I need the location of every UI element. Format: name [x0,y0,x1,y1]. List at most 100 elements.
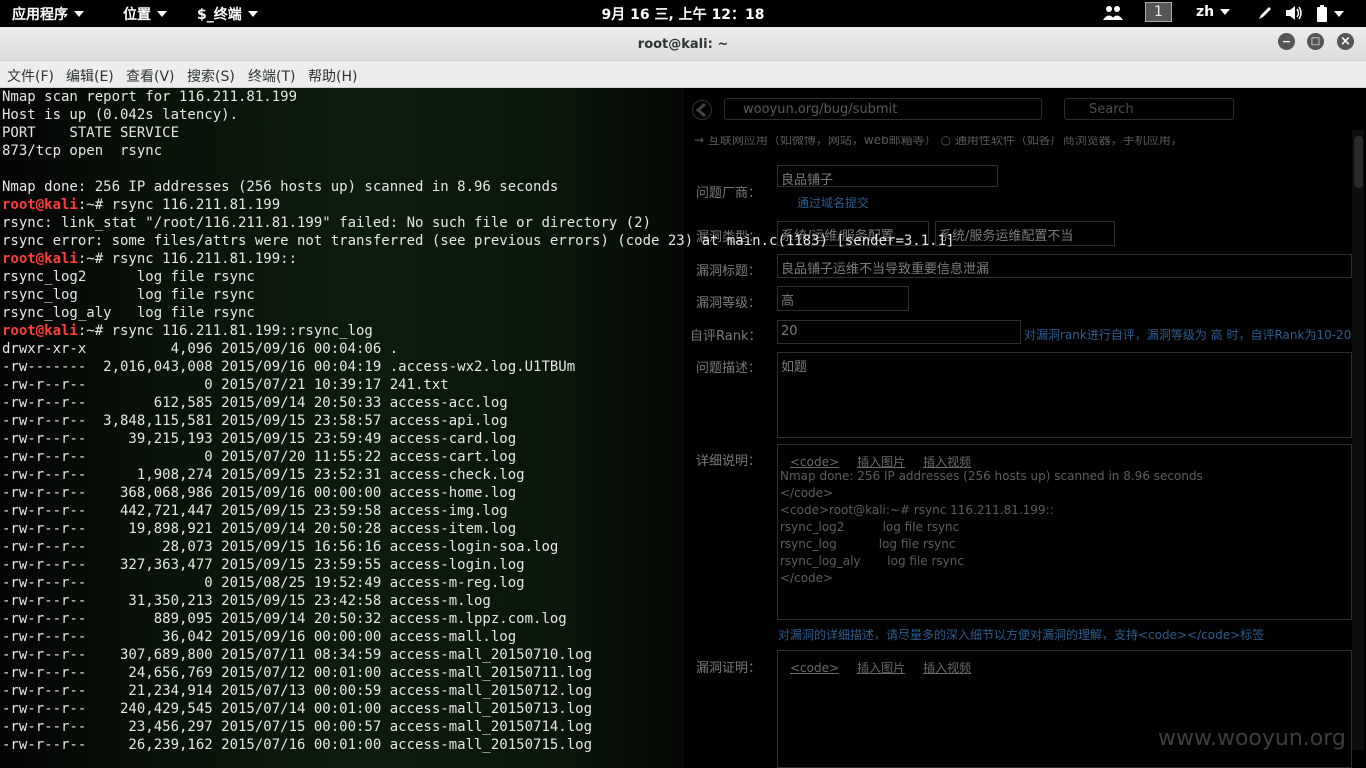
prompt-user-host: root@kali [2,197,78,213]
terminal-line: rsync_log log file rsync [2,286,1366,304]
clock-label: 9月 16 三, 上午 12：18 [601,7,765,23]
minimize-icon: − [1281,35,1292,48]
menu-edit[interactable]: 编辑(E) [66,66,114,86]
workspace-indicator[interactable]: 1 [1145,2,1172,22]
terminal-line-text: -rw-r--r-- 889,095 2015/09/14 20:50:32 a… [2,611,567,627]
terminal-line-text: -rw-r--r-- 612,585 2015/09/14 20:50:33 a… [2,395,508,411]
terminal-line: -rw-r--r-- 19,898,921 2015/09/14 20:50:2… [2,520,1366,538]
prompt-user-host: root@kali [2,323,78,339]
people-icon[interactable] [1103,5,1123,21]
menu-file[interactable]: 文件(F) [7,66,54,86]
terminal-line: -rw-r--r-- 24,656,769 2015/07/12 00:01:0… [2,664,1366,682]
language-label: zh [1196,4,1215,20]
terminal-line-text: :~# rsync 116.211.81.199::rsync_log [77,323,373,339]
terminal-line: -rw-r--r-- 39,215,193 2015/09/15 23:59:4… [2,430,1366,448]
terminal-line-text: :~# rsync 116.211.81.199 [77,197,281,213]
terminal-line-text: Host is up (0.042s latency). [2,107,239,123]
terminal-line-text: rsync_log2 log file rsync [2,269,255,285]
terminal-line-text: -rw-r--r-- 28,073 2015/09/15 16:56:16 ac… [2,539,559,555]
terminal-line: drwxr-xr-x 4,096 2015/09/16 00:04:06 . [2,340,1366,358]
maximize-button[interactable]: □ [1307,33,1324,50]
terminal-line-text: -rw-r--r-- 19,898,921 2015/09/14 20:50:2… [2,521,517,537]
terminal-prompt-line: root@kali:~# rsync 116.211.81.199::rsync… [2,322,1366,340]
terminal-line-text: 873/tcp open rsync [2,143,163,159]
terminal-line-text: -rw-r--r-- 442,721,447 2015/09/15 23:59:… [2,503,508,519]
battery-icon[interactable] [1316,5,1344,22]
chevron-down-icon [1334,10,1344,17]
minimize-button[interactable]: − [1278,33,1295,50]
terminal-line-text: Nmap scan report for 116.211.81.199 [2,89,298,105]
terminal-line: -rw-r--r-- 0 2015/07/20 11:55:22 access-… [2,448,1366,466]
terminal-line: -rw-r--r-- 327,363,477 2015/09/15 23:59:… [2,556,1366,574]
terminal-line-text: -rw------- 2,016,043,008 2015/09/16 00:0… [2,359,576,375]
close-icon: × [1340,34,1351,49]
terminal-line-text: -rw-r--r-- 1,908,274 2015/09/15 23:52:31… [2,467,525,483]
terminal-line-text: -rw-r--r-- 31,350,213 2015/09/15 23:42:5… [2,593,491,609]
window-titlebar[interactable]: root@kali: ~ − □ × [0,27,1366,61]
terminal-line: -rw------- 2,016,043,008 2015/09/16 00:0… [2,358,1366,376]
terminal-line: -rw-r--r-- 36,042 2015/09/16 00:00:00 ac… [2,628,1366,646]
terminal-line: PORT STATE SERVICE [2,124,1366,142]
terminal-line-text: -rw-r--r-- 0 2015/07/21 10:39:17 241.txt [2,377,449,393]
language-menu[interactable]: zh [1196,4,1231,20]
terminal-line: rsync_log_aly log file rsync [2,304,1366,322]
terminal-line: -rw-r--r-- 612,585 2015/09/14 20:50:33 a… [2,394,1366,412]
terminal-line-text: rsync error: some files/attrs were not t… [2,233,955,249]
terminal-line-text: -rw-r--r-- 21,234,914 2015/07/13 00:00:5… [2,683,593,699]
terminal-line-text: -rw-r--r-- 3,848,115,581 2015/09/15 23:5… [2,413,508,429]
menu-help[interactable]: 帮助(H) [308,66,357,86]
terminal-line-text: -rw-r--r-- 327,363,477 2015/09/15 23:59:… [2,557,525,573]
terminal-line-text: -rw-r--r-- 0 2015/08/25 19:52:49 access-… [2,575,525,591]
maximize-icon: □ [1310,35,1321,47]
terminal-prompt-line: root@kali:~# rsync 116.211.81.199:: [2,250,1366,268]
terminal-line-text: -rw-r--r-- 26,239,162 2015/07/16 00:01:0… [2,737,593,753]
watermark: www.wooyun.org [1158,726,1346,751]
terminal-line: -rw-r--r-- 1,908,274 2015/09/15 23:52:31… [2,466,1366,484]
terminal-line: -rw-r--r-- 28,073 2015/09/15 16:56:16 ac… [2,538,1366,556]
terminal-line: Nmap scan report for 116.211.81.199 [2,88,1366,106]
menu-view[interactable]: 查看(V) [126,66,175,86]
terminal-line: Host is up (0.042s latency). [2,106,1366,124]
terminal-line: -rw-r--r-- 0 2015/07/21 10:39:17 241.txt [2,376,1366,394]
terminal-line: rsync_log2 log file rsync [2,268,1366,286]
terminal-scrollbar[interactable] [1352,130,1364,750]
window-title: root@kali: ~ [637,37,729,52]
chevron-down-icon [1220,9,1231,15]
pen-icon[interactable] [1257,5,1273,21]
scrollbar-thumb[interactable] [1354,136,1363,188]
menu-bar: 文件(F) 编辑(E) 查看(V) 搜索(S) 终端(T) 帮助(H) [0,61,1366,88]
volume-icon[interactable] [1285,5,1303,21]
terminal-line: -rw-r--r-- 442,721,447 2015/09/15 23:59:… [2,502,1366,520]
terminal-line: -rw-r--r-- 368,068,986 2015/09/16 00:00:… [2,484,1366,502]
terminal-line-text: rsync_log_aly log file rsync [2,305,255,321]
terminal-line-text: PORT STATE SERVICE [2,125,180,141]
terminal-line: rsync error: some files/attrs were not t… [2,232,1366,250]
terminal-line-text: -rw-r--r-- 24,656,769 2015/07/12 00:01:0… [2,665,593,681]
terminal-output: Nmap scan report for 116.211.81.199 Host … [2,88,1366,754]
terminal-line-text: drwxr-xr-x 4,096 2015/09/16 00:04:06 . [2,341,399,357]
terminal-line-text: -rw-r--r-- 23,456,297 2015/07/15 00:00:5… [2,719,593,735]
terminal-line: -rw-r--r-- 307,689,800 2015/07/11 08:34:… [2,646,1366,664]
terminal-line-text: -rw-r--r-- 0 2015/07/20 11:55:22 access-… [2,449,517,465]
menu-terminal[interactable]: 终端(T) [248,66,295,86]
terminal-line: -rw-r--r-- 889,095 2015/09/14 20:50:32 a… [2,610,1366,628]
terminal-line: 873/tcp open rsync [2,142,1366,160]
menu-search[interactable]: 搜索(S) [187,66,235,86]
terminal-line: -rw-r--r-- 21,234,914 2015/07/13 00:00:5… [2,682,1366,700]
terminal-line-text: Nmap done: 256 IP addresses (256 hosts u… [2,179,559,195]
terminal-line: -rw-r--r-- 3,848,115,581 2015/09/15 23:5… [2,412,1366,430]
terminal-line: -rw-r--r-- 240,429,545 2015/07/14 00:01:… [2,700,1366,718]
terminal-line-text: -rw-r--r-- 39,215,193 2015/09/15 23:59:4… [2,431,517,447]
terminal-line-text: rsync: link_stat "/root/116.211.81.199" … [2,215,652,231]
close-button[interactable]: × [1337,33,1354,50]
terminal-line: -rw-r--r-- 0 2015/08/25 19:52:49 access-… [2,574,1366,592]
terminal-line-text: :~# rsync 116.211.81.199:: [77,251,298,267]
terminal-line-text: -rw-r--r-- 368,068,986 2015/09/16 00:00:… [2,485,517,501]
terminal-area[interactable]: Nmap scan report for 116.211.81.199 Host … [0,88,1366,768]
terminal-line: Nmap done: 256 IP addresses (256 hosts u… [2,178,1366,196]
terminal-line-text: rsync_log log file rsync [2,287,255,303]
top-panel: 应用程序 位置 $_终端 9月 16 三, 上午 12：18 1 zh [0,0,1366,27]
terminal-line: rsync: link_stat "/root/116.211.81.199" … [2,214,1366,232]
terminal-prompt-line: root@kali:~# rsync 116.211.81.199 [2,196,1366,214]
